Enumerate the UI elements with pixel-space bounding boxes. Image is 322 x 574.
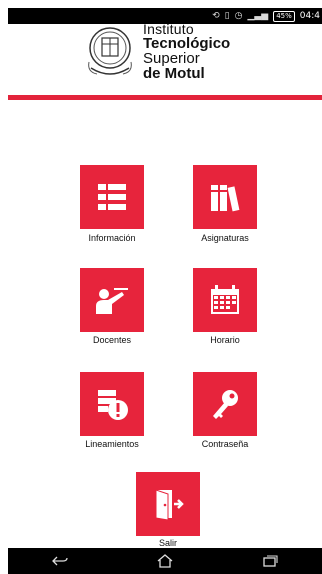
informacion-button[interactable] [80,165,144,229]
teacher-icon [96,288,128,314]
alarm-icon: ◷ [234,11,243,21]
header-divider [8,95,322,100]
horario-label: Horario [210,335,240,345]
lineamientos-button[interactable] [80,372,144,436]
home-icon [157,554,173,568]
contrasena-button[interactable] [193,372,257,436]
institute-line-4: de Motul [143,65,205,82]
signal-icon: ▁▃▅ [247,11,269,21]
list-icon [98,184,126,210]
horario-button[interactable] [193,268,257,332]
salir-button[interactable] [136,472,200,536]
key-icon [213,390,238,419]
exit-door-icon [155,489,184,521]
recent-apps-icon [262,555,278,567]
home-button[interactable] [150,551,180,571]
back-icon [52,556,68,566]
sync-icon: ⟲ [212,11,220,21]
institute-line-3: Superior [143,50,200,67]
institute-line-2: Tecnológico [143,35,231,52]
app-header: Instituto Tecnológico Superior de Motul [8,21,322,96]
books-icon [211,185,240,212]
battery-indicator: 45% [273,10,295,22]
vibrate-icon: ▯ [224,11,230,21]
system-navigation-bar [8,548,322,574]
docentes-label: Docentes [92,335,132,345]
lineamientos-label: Lineamientos [85,439,139,449]
back-button[interactable] [45,551,75,571]
recent-apps-button[interactable] [255,551,285,571]
informacion-label: Información [88,233,136,243]
clock: 04:4 [299,11,320,21]
asignaturas-button[interactable] [193,165,257,229]
salir-label: Salir [158,538,177,548]
institute-name: Instituto Tecnológico Superior de Motul [143,21,231,82]
asignaturas-label: Asignaturas [201,233,249,243]
docentes-button[interactable] [80,268,144,332]
contrasena-label: Contraseña [201,439,249,449]
institute-seal-icon [88,27,132,75]
guidelines-alert-icon [98,390,128,420]
calendar-icon [211,285,239,314]
institute-line-1: Instituto [143,21,194,37]
